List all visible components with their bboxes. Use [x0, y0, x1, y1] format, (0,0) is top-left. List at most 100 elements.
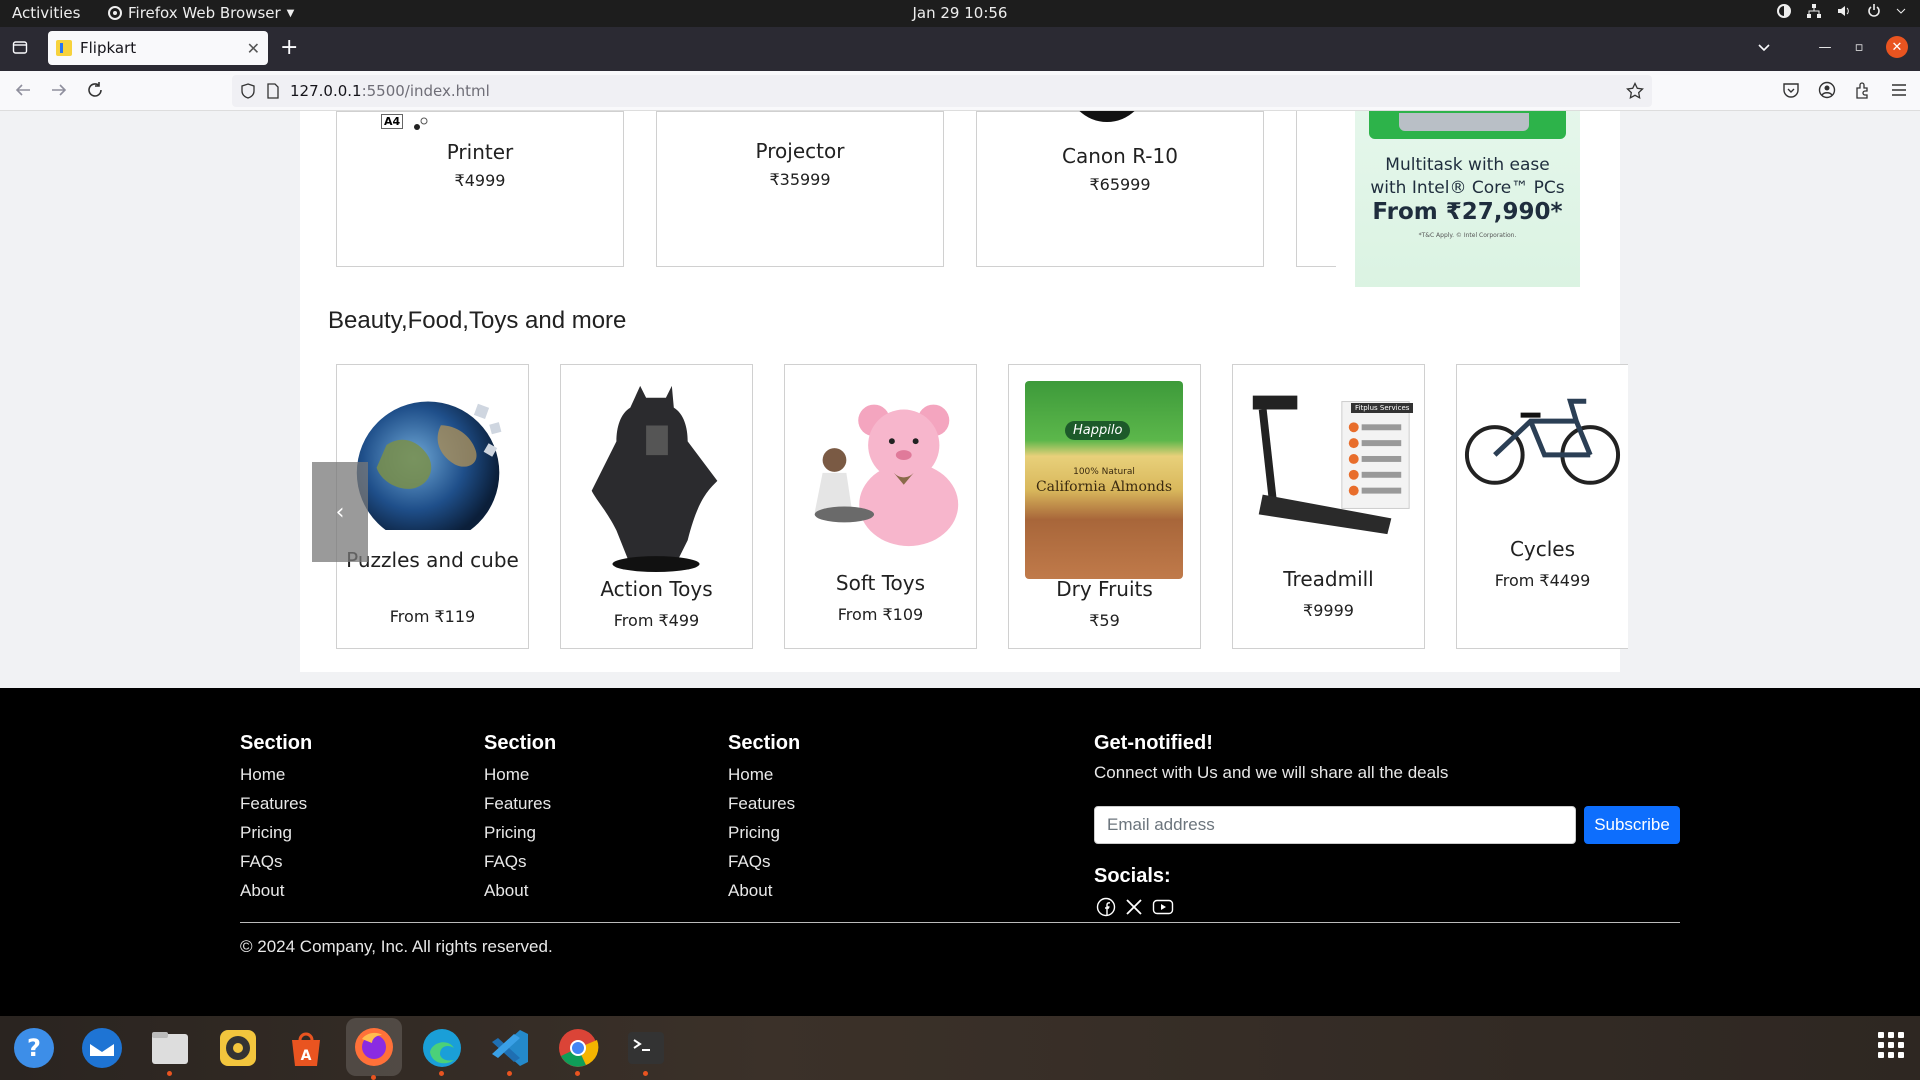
toolbar-right — [1782, 81, 1908, 99]
system-tray[interactable] — [1776, 3, 1906, 19]
almond-brand: Happilo — [1065, 421, 1131, 440]
email-input[interactable]: Email address — [1094, 806, 1576, 844]
chevron-down-icon: ▼ — [286, 7, 295, 19]
close-tab-icon[interactable]: ✕ — [247, 39, 260, 58]
close-window-button[interactable]: ✕ — [1886, 36, 1908, 58]
chevron-down-icon — [1896, 8, 1906, 14]
banner-price: From ₹27,990* — [1372, 199, 1563, 225]
list-all-tabs-icon[interactable] — [1756, 39, 1772, 55]
footer-link-about[interactable]: About — [240, 881, 312, 901]
footer-link-faqs[interactable]: FAQs — [484, 852, 556, 872]
activities-button[interactable]: Activities — [12, 4, 80, 22]
vscode-icon[interactable] — [486, 1024, 534, 1076]
running-indicator — [371, 1075, 376, 1080]
product-card-soft-toys[interactable]: Soft Toys From ₹109 — [784, 364, 977, 649]
almonds-pack-image: Happilo 100% Natural California Almonds — [1025, 381, 1183, 579]
footer-link-faqs[interactable]: FAQs — [728, 852, 800, 872]
youtube-icon[interactable] — [1152, 897, 1174, 917]
firefox-small-icon — [108, 6, 122, 20]
new-tab-button[interactable]: + — [280, 35, 298, 60]
laptop-image — [1369, 111, 1566, 139]
flipkart-favicon-icon — [56, 40, 72, 56]
x-twitter-icon[interactable] — [1124, 897, 1144, 917]
firefox-view-icon[interactable] — [12, 39, 28, 55]
product-price: ₹9999 — [1303, 601, 1354, 620]
newsletter-section: Get-notified! Connect with Us and we wil… — [1094, 732, 1680, 917]
forward-icon[interactable] — [50, 81, 68, 99]
minimize-button[interactable]: — — [1814, 36, 1836, 58]
social-links — [1096, 897, 1174, 917]
socials-label: Socials: — [1094, 865, 1171, 887]
footer-link-about[interactable]: About — [728, 881, 800, 901]
copyright: © 2024 Company, Inc. All rights reserved… — [240, 937, 553, 956]
edge-icon[interactable] — [418, 1024, 466, 1076]
almond-text: California Almonds — [1035, 479, 1173, 495]
files-icon[interactable] — [146, 1024, 194, 1076]
footer-link-faqs[interactable]: FAQs — [240, 852, 312, 872]
product-card-printer[interactable]: A4 Printer ₹4999 — [336, 111, 624, 267]
firefox-icon[interactable] — [346, 1018, 402, 1080]
footer-link-pricing[interactable]: Pricing — [728, 823, 800, 843]
product-card-cycles[interactable]: Cycles From ₹4499 — [1456, 364, 1628, 649]
product-card-canon[interactable]: Canon R-10 ₹65999 — [976, 111, 1264, 267]
product-card-action-toys[interactable]: Action Toys From ₹499 — [560, 364, 753, 649]
product-price: From ₹109 — [837, 605, 924, 624]
rhythmbox-icon[interactable] — [214, 1024, 262, 1072]
page-icon[interactable] — [266, 83, 280, 99]
product-card-projector[interactable]: Projector ₹35999 — [656, 111, 944, 267]
hamburger-menu-icon[interactable] — [1890, 81, 1908, 99]
chevron-left-icon: ‹ — [335, 499, 345, 525]
footer-link-home[interactable]: Home — [484, 765, 556, 785]
carousel-prev-button[interactable]: ‹ — [312, 462, 368, 562]
product-card-treadmill[interactable]: Fitplus Services Treadmill ₹9999 — [1232, 364, 1425, 649]
url-host: 127.0.0.1 — [290, 82, 362, 100]
maximize-button[interactable]: ▫ — [1848, 36, 1870, 58]
bicycle-image — [1464, 398, 1621, 485]
footer-link-home[interactable]: Home — [728, 765, 800, 785]
footer: Section Home Features Pricing FAQs About… — [0, 688, 1920, 1016]
app-center-icon[interactable]: A — [282, 1024, 330, 1072]
footer-link-features[interactable]: Features — [484, 794, 556, 814]
night-light-icon — [1777, 4, 1791, 18]
tab-strip: Flipkart ✕ + — ▫ ✕ — [0, 27, 1920, 71]
footer-heading: Section — [484, 732, 557, 754]
section-title: Beauty,Food,Toys and more — [328, 307, 627, 334]
network-icon — [1807, 4, 1821, 18]
tab-flipkart[interactable]: Flipkart ✕ — [48, 31, 268, 65]
treadmill-badge: Fitplus Services — [1351, 403, 1414, 413]
product-name: Canon R-10 — [1062, 144, 1178, 168]
footer-divider — [240, 922, 1680, 923]
pocket-icon[interactable] — [1782, 81, 1800, 99]
footer-link-features[interactable]: Features — [240, 794, 312, 814]
extensions-icon[interactable] — [1854, 81, 1872, 99]
power-icon — [1868, 4, 1880, 17]
show-apps-icon[interactable] — [1878, 1032, 1904, 1058]
subscribe-button[interactable]: Subscribe — [1584, 806, 1680, 844]
thunderbird-icon[interactable] — [78, 1024, 126, 1072]
account-icon[interactable] — [1818, 81, 1836, 99]
facebook-icon[interactable] — [1096, 897, 1116, 917]
shield-icon[interactable] — [240, 83, 256, 99]
app-menu-label: Firefox Web Browser — [128, 4, 281, 22]
running-indicator — [167, 1071, 172, 1076]
footer-link-pricing[interactable]: Pricing — [240, 823, 312, 843]
footer-heading: Section — [728, 732, 801, 754]
running-indicator — [507, 1071, 512, 1076]
chrome-icon[interactable] — [554, 1024, 602, 1076]
footer-column-1: Section Home Features Pricing FAQs About — [240, 732, 312, 910]
app-menu[interactable]: Firefox Web Browser ▼ — [108, 4, 294, 22]
footer-link-pricing[interactable]: Pricing — [484, 823, 556, 843]
help-icon[interactable]: ? — [10, 1024, 58, 1072]
terminal-icon[interactable] — [622, 1024, 670, 1076]
footer-link-home[interactable]: Home — [240, 765, 312, 785]
footer-link-about[interactable]: About — [484, 881, 556, 901]
bookmark-star-icon[interactable] — [1626, 82, 1644, 100]
footer-link-features[interactable]: Features — [728, 794, 800, 814]
reload-icon[interactable] — [86, 81, 104, 99]
product-card-dry-fruits[interactable]: Happilo 100% Natural California Almonds … — [1008, 364, 1201, 649]
url-bar[interactable]: 127.0.0.1:5500/index.html — [232, 75, 1652, 107]
back-icon[interactable] — [14, 81, 32, 99]
tab-title: Flipkart — [80, 39, 137, 57]
pink-teddy-image — [814, 404, 959, 547]
svg-text:?: ? — [27, 1034, 41, 1062]
